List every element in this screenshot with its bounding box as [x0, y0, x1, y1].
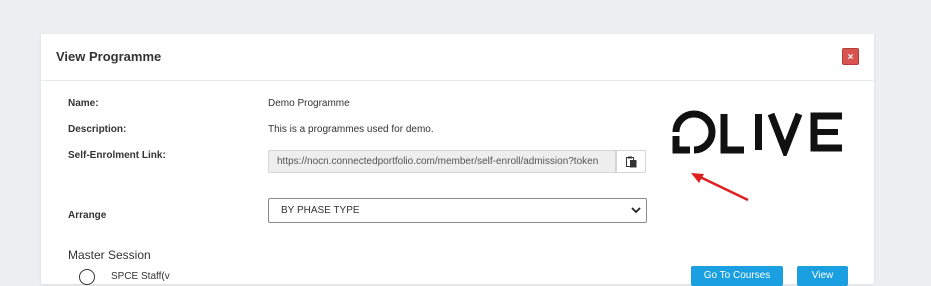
arrange-select[interactable]: BY PHASE TYPE [268, 198, 647, 223]
description-value: This is a programmes used for demo. [268, 124, 434, 135]
view-button[interactable]: View [797, 266, 848, 286]
master-session-radio[interactable] [79, 269, 95, 285]
arrange-label: Arrange [68, 210, 107, 221]
modal-header: View Programme × [41, 34, 874, 81]
self-enrolment-link-label: Self-Enrolment Link: [68, 150, 166, 161]
olive-logo [672, 110, 842, 156]
clipboard-icon [626, 156, 637, 168]
arrange-selected-value: BY PHASE TYPE [281, 205, 360, 216]
master-session-title: Master Session [68, 248, 151, 262]
annotation-arrow [691, 173, 749, 202]
master-session-radio-label: SPCE Staff(v [111, 271, 170, 282]
name-label: Name: [68, 98, 99, 109]
description-label: Description: [68, 124, 127, 135]
go-to-courses-button[interactable]: Go To Courses [691, 266, 783, 286]
modal-title: View Programme [56, 49, 162, 64]
close-button[interactable]: × [842, 48, 859, 65]
name-value: Demo Programme [268, 98, 350, 109]
view-programme-modal: View Programme × Name: Demo Programme De… [41, 34, 874, 286]
copy-link-button[interactable] [616, 150, 646, 173]
chevron-down-icon [631, 207, 641, 214]
self-enrolment-link-field[interactable]: https://nocn.connectedportfolio.com/memb… [268, 150, 616, 173]
